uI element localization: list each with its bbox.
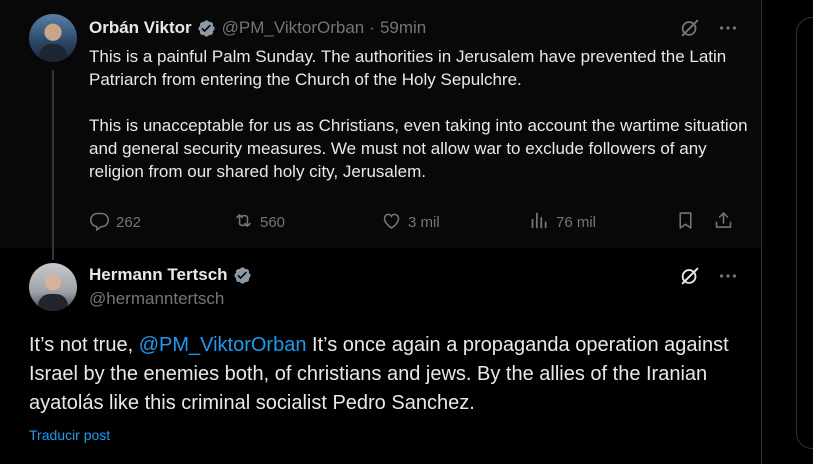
- bookmark-button[interactable]: [675, 208, 696, 236]
- mention-link[interactable]: @PM_ViktorOrban: [139, 334, 307, 356]
- tweet-paragraph: This is unacceptable for us as Christian…: [89, 116, 748, 181]
- tweet-top-actions: [678, 264, 740, 288]
- author-handle[interactable]: @hermanntertsch: [89, 289, 258, 309]
- bookmark-icon: [675, 210, 696, 235]
- verified-badge-icon: [233, 266, 252, 285]
- translate-post-link[interactable]: Traducir post: [29, 427, 110, 443]
- avatar[interactable]: [29, 263, 77, 311]
- repost-icon: [233, 210, 254, 235]
- grok-icon[interactable]: [678, 264, 702, 288]
- repost-count: 560: [260, 213, 286, 231]
- separator: ·: [369, 18, 375, 37]
- author-name[interactable]: Orbán Viktor: [89, 18, 192, 38]
- thread-connector-line: [52, 70, 54, 260]
- more-icon[interactable]: [716, 16, 740, 40]
- author-name[interactable]: Hermann Tertsch: [89, 265, 228, 285]
- timeline: Orbán Viktor @PM_ViktorOrban · 59min Thi…: [0, 0, 762, 464]
- views-button[interactable]: 76 mil: [529, 208, 596, 236]
- verified-badge-icon: [197, 19, 216, 38]
- sidebar-panel: [796, 17, 813, 449]
- more-icon[interactable]: [716, 264, 740, 288]
- parent-tweet[interactable]: Orbán Viktor @PM_ViktorOrban · 59min Thi…: [0, 0, 761, 260]
- like-icon: [381, 210, 402, 235]
- reply-count: 262: [116, 213, 142, 231]
- reply-icon: [89, 210, 110, 235]
- reply-button[interactable]: 262: [89, 208, 141, 236]
- tweet-text: This is a painful Palm Sunday. The autho…: [89, 45, 749, 183]
- views-count: 76 mil: [556, 213, 597, 231]
- grok-icon[interactable]: [678, 16, 702, 40]
- share-button[interactable]: [713, 208, 734, 236]
- views-icon: [529, 210, 550, 235]
- tweet-top-actions: [678, 16, 740, 40]
- author-handle[interactable]: @PM_ViktorOrban: [222, 18, 365, 38]
- tweet-actions: 262 560 3 mil 76 mil: [89, 208, 739, 236]
- timestamp[interactable]: 59min: [380, 18, 426, 38]
- avatar[interactable]: [29, 14, 77, 62]
- like-button[interactable]: 3 mil: [381, 208, 440, 236]
- repost-button[interactable]: 560: [233, 208, 285, 236]
- tweet-text-start: It’s not true,: [29, 334, 139, 356]
- tweet-header: Orbán Viktor @PM_ViktorOrban · 59min: [89, 17, 426, 39]
- share-icon: [713, 210, 734, 235]
- tweet-paragraph: This is a painful Palm Sunday. The autho…: [89, 47, 727, 89]
- like-count: 3 mil: [408, 213, 440, 231]
- tweet-text: It’s not true, @PM_ViktorOrban It’s once…: [29, 331, 739, 418]
- tweet-header: Hermann Tertsch @hermanntertsch: [89, 264, 258, 309]
